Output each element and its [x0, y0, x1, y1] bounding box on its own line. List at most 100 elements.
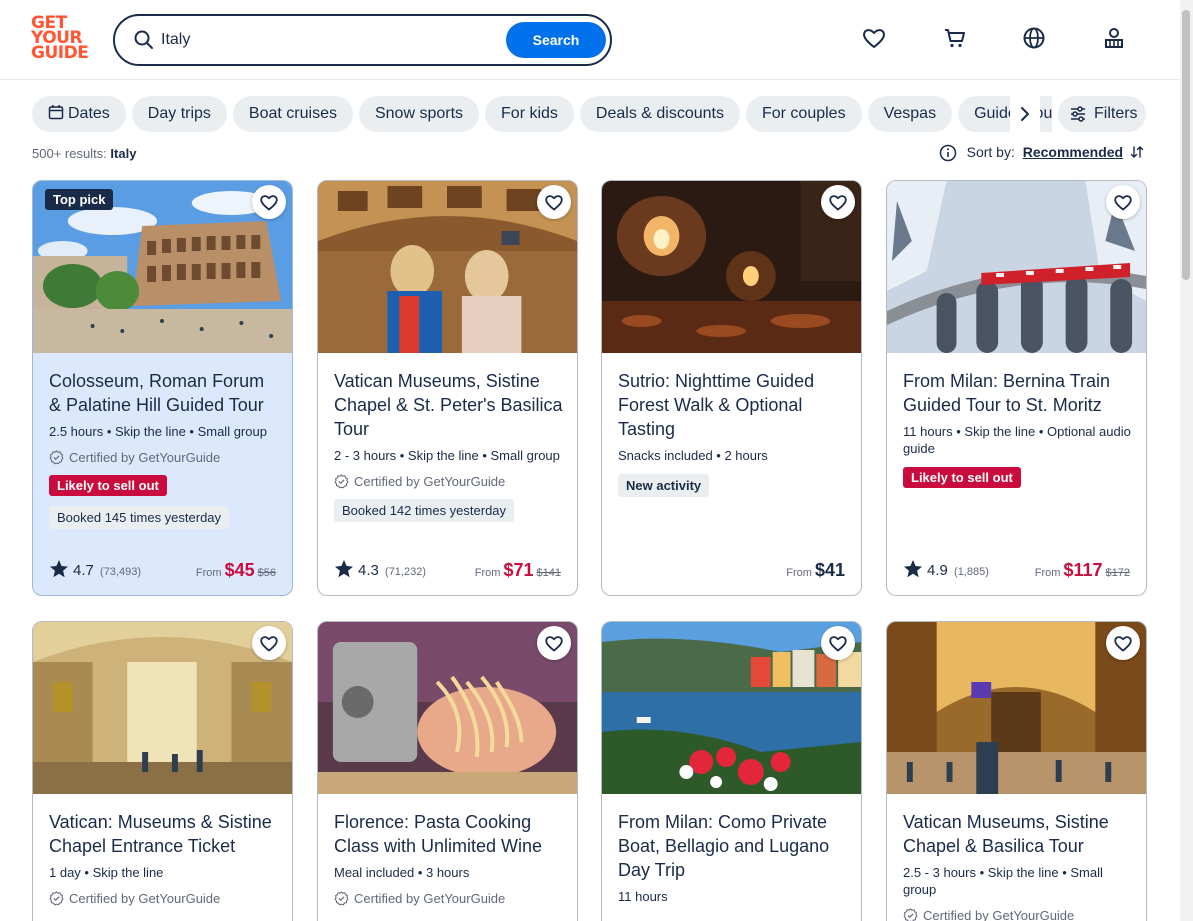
activity-meta: 2 - 3 hours • Skip the line • Small grou…	[334, 448, 560, 463]
wishlist-button[interactable]	[537, 626, 571, 660]
top-pick-badge: Top pick	[45, 189, 114, 210]
wishlist-button[interactable]	[821, 185, 855, 219]
chip-for-kids[interactable]: For kids	[485, 96, 574, 132]
search-button[interactable]: Search	[506, 22, 606, 58]
new-activity-badge: New activity	[618, 474, 710, 497]
chip-deals-discounts[interactable]: Deals & discounts	[579, 96, 740, 132]
activity-title[interactable]: Florence: Pasta Cooking Class with Unlim…	[334, 810, 563, 858]
certified-icon	[49, 450, 64, 465]
results-query: Italy	[110, 146, 137, 161]
wishlist-button[interactable]	[1106, 185, 1140, 219]
heart-icon	[259, 634, 279, 652]
heart-icon	[259, 193, 279, 211]
activity-card[interactable]: From Milan: Como Private Boat, Bellagio …	[601, 621, 862, 921]
activity-meta: Meal included • 3 hours	[334, 865, 470, 880]
activity-card[interactable]: Vatican Museums, Sistine Chapel & Basili…	[886, 621, 1147, 921]
getyourguide-logo[interactable]: GET YOUR GUIDE	[31, 15, 91, 64]
card-footer: 4.3 (71,232) From $71 $141	[334, 555, 561, 581]
info-icon[interactable]	[939, 144, 957, 162]
old-price: $56	[257, 567, 276, 579]
heart-icon[interactable]	[861, 25, 887, 51]
price-from: From	[1034, 567, 1061, 579]
activity-title[interactable]: From Milan: Como Private Boat, Bellagio …	[618, 810, 847, 882]
rating: 4.3 (71,232)	[334, 559, 426, 579]
rating-value: 4.7	[73, 562, 94, 579]
certified-text: Certified by GetYourGuide	[923, 908, 1075, 921]
activity-card[interactable]: Top pick Colosseum, Roman Forum & Palati…	[32, 180, 293, 596]
certified-icon	[334, 474, 349, 489]
review-count: (73,493)	[100, 566, 142, 578]
cart-icon[interactable]	[942, 25, 968, 51]
certified-icon	[49, 891, 64, 906]
activity-title[interactable]: Colosseum, Roman Forum & Palatine Hill G…	[49, 369, 278, 417]
card-footer: 4.9 (1,885) From $117 $172	[903, 555, 1130, 581]
wishlist-button[interactable]	[252, 185, 286, 219]
chips-scroll-right[interactable]	[1010, 96, 1040, 132]
booked-badge: Booked 145 times yesterday	[49, 506, 230, 529]
activity-title[interactable]: Vatican Museums, Sistine Chapel & St. Pe…	[334, 369, 563, 441]
certified-label: Certified by GetYourGuide	[334, 474, 563, 489]
card-footer: From $41	[618, 555, 845, 581]
rating-value: 4.3	[358, 562, 379, 579]
logo-line-3: GUIDE	[31, 43, 89, 63]
activity-card[interactable]: Vatican: Museums & Sistine Chapel Entran…	[32, 621, 293, 921]
wishlist-button[interactable]	[1106, 626, 1140, 660]
review-count: (71,232)	[385, 566, 427, 578]
activity-title[interactable]: Vatican Museums, Sistine Chapel & Basili…	[903, 810, 1132, 858]
card-footer: 4.7 (73,493) From $45 $56	[49, 555, 276, 581]
filters-button[interactable]: Filters	[1058, 96, 1146, 132]
site-header: GET YOUR GUIDE Search	[0, 0, 1180, 80]
search-bar: Search	[113, 14, 612, 66]
chip-for-couples[interactable]: For couples	[745, 96, 862, 132]
price: From $71 $141	[475, 560, 561, 581]
wishlist-button[interactable]	[252, 626, 286, 660]
category-chips: Dates Day trips Boat cruises Snow sports For…	[32, 96, 1052, 132]
certified-label: Certified by GetYourGuide	[334, 891, 563, 906]
price-amount: $117	[1063, 560, 1103, 580]
heart-icon	[544, 634, 564, 652]
results-count-text: 500+ results:	[32, 146, 107, 161]
sort-control[interactable]: Sort by: Recommended	[939, 144, 1145, 162]
certified-text: Certified by GetYourGuide	[354, 891, 506, 906]
price-from: From	[474, 567, 501, 579]
activity-title[interactable]: Vatican: Museums & Sistine Chapel Entran…	[49, 810, 278, 858]
sell-out-badge: Likely to sell out	[49, 475, 167, 496]
price-amount: $45	[224, 560, 255, 580]
price-from: From	[786, 567, 812, 579]
certified-icon	[334, 891, 349, 906]
activity-card[interactable]: From Milan: Bernina Train Guided Tour to…	[886, 180, 1147, 596]
activity-card[interactable]: Vatican Museums, Sistine Chapel & St. Pe…	[317, 180, 578, 596]
sort-label: Sort by:	[966, 144, 1015, 160]
chip-snow-sports[interactable]: Snow sports	[358, 96, 480, 132]
chip-dates[interactable]: Dates	[32, 96, 126, 132]
certified-text: Certified by GetYourGuide	[354, 474, 506, 489]
chip-day-trips[interactable]: Day trips	[131, 96, 227, 132]
price-amount: $41	[814, 560, 845, 580]
activity-title[interactable]: Sutrio: Nighttime Guided Forest Walk & O…	[618, 369, 847, 441]
activity-meta: 11 hours	[618, 889, 668, 904]
certified-text: Certified by GetYourGuide	[69, 891, 221, 906]
heart-icon	[1113, 634, 1133, 652]
review-count: (1,885)	[954, 566, 989, 578]
results-count: 500+ results: Italy	[32, 146, 136, 161]
page-scrollbar[interactable]	[1180, 0, 1193, 921]
globe-icon[interactable]	[1021, 25, 1047, 51]
scrollbar-thumb[interactable]	[1182, 10, 1190, 280]
search-input[interactable]	[161, 26, 501, 54]
heart-icon	[828, 193, 848, 211]
calendar-icon	[48, 105, 64, 120]
certified-text: Certified by GetYourGuide	[69, 450, 221, 465]
activity-card[interactable]: Sutrio: Nighttime Guided Forest Walk & O…	[601, 180, 862, 596]
chip-vespas[interactable]: Vespas	[867, 96, 953, 132]
chip-boat-cruises[interactable]: Boat cruises	[232, 96, 353, 132]
profile-icon[interactable]	[1101, 25, 1127, 51]
rating-value: 4.9	[927, 562, 948, 579]
activity-meta: 11 hours • Skip the line • Optional audi…	[903, 424, 1131, 456]
price-amount: $71	[503, 560, 534, 580]
activity-title[interactable]: From Milan: Bernina Train Guided Tour to…	[903, 369, 1132, 417]
price: From $117 $172	[1035, 560, 1130, 581]
sort-value[interactable]: Recommended	[1023, 144, 1123, 160]
wishlist-button[interactable]	[821, 626, 855, 660]
activity-card[interactable]: Florence: Pasta Cooking Class with Unlim…	[317, 621, 578, 921]
wishlist-button[interactable]	[537, 185, 571, 219]
